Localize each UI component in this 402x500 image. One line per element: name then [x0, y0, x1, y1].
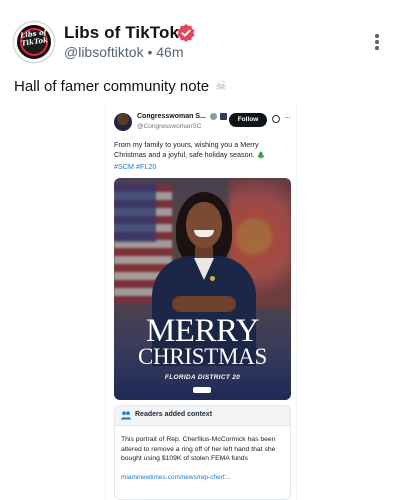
post-time[interactable]: 46m: [156, 44, 183, 60]
community-note-body: This portrait of Rep. Cherfilus-McCormic…: [121, 436, 276, 462]
embedded-name: Congresswoman S...: [137, 113, 206, 120]
post-header: Libs of TikTok Libs of TikTok @libsoftik…: [14, 22, 388, 66]
embedded-text-body: From my family to yours, wishing you a M…: [114, 140, 259, 159]
community-note-link: miaminewtimes.com/news/rep-cherf...: [121, 474, 231, 481]
verified-badge-icon: [177, 24, 195, 42]
author-handle[interactable]: @libsoftiktok: [64, 44, 144, 60]
us-flag-canton: [114, 184, 156, 242]
more-options-icon[interactable]: [374, 34, 380, 52]
embedded-handle: @CongresswomanSC: [137, 123, 202, 130]
portrait-face: [186, 202, 222, 248]
christmas-tree-icon: 🎄: [256, 152, 266, 159]
embedded-hashtags: #SCM #FL20: [114, 162, 157, 171]
post-text: Hall of famer community note ☠: [14, 78, 227, 95]
handle-row: @libsoftiktok • 46m: [64, 44, 184, 60]
separator-dot: •: [147, 44, 153, 60]
embedded-follow-button: Follow: [229, 113, 267, 127]
author-name[interactable]: Libs of TikTok: [64, 23, 179, 43]
embedded-flag-icon: [220, 113, 227, 120]
readers-people-icon: [121, 411, 131, 420]
embedded-screenshot[interactable]: Congresswoman S... @CongresswomanSC Foll…: [105, 105, 297, 500]
portrait-hands: [172, 296, 236, 312]
image-title-christmas: CHRISTMAS: [138, 344, 267, 369]
embedded-avatar: [114, 113, 132, 131]
portrait-pin: [210, 276, 215, 281]
skull-crossbones-icon: ☠: [215, 78, 227, 93]
community-note-header: Readers added context: [115, 406, 290, 426]
grok-icon: [272, 115, 280, 123]
image-title-merry: MERRY: [145, 313, 260, 349]
christmas-portrait-image: MERRY CHRISTMAS FLORIDA DISTRICT 20: [114, 178, 291, 400]
embedded-text: From my family to yours, wishing you a M…: [114, 140, 290, 161]
author-avatar[interactable]: Libs of TikTok: [14, 22, 54, 62]
community-note: Readers added context This portrait of R…: [114, 405, 291, 500]
post-body: Hall of famer community note: [14, 78, 210, 95]
embedded-more-icon: ···: [284, 113, 291, 122]
image-subtitle: FLORIDA DISTRICT 20: [164, 374, 241, 381]
congress-logo-icon: [193, 387, 211, 393]
embedded-verified-icon: [210, 113, 217, 120]
community-note-title: Readers added context: [135, 411, 213, 418]
